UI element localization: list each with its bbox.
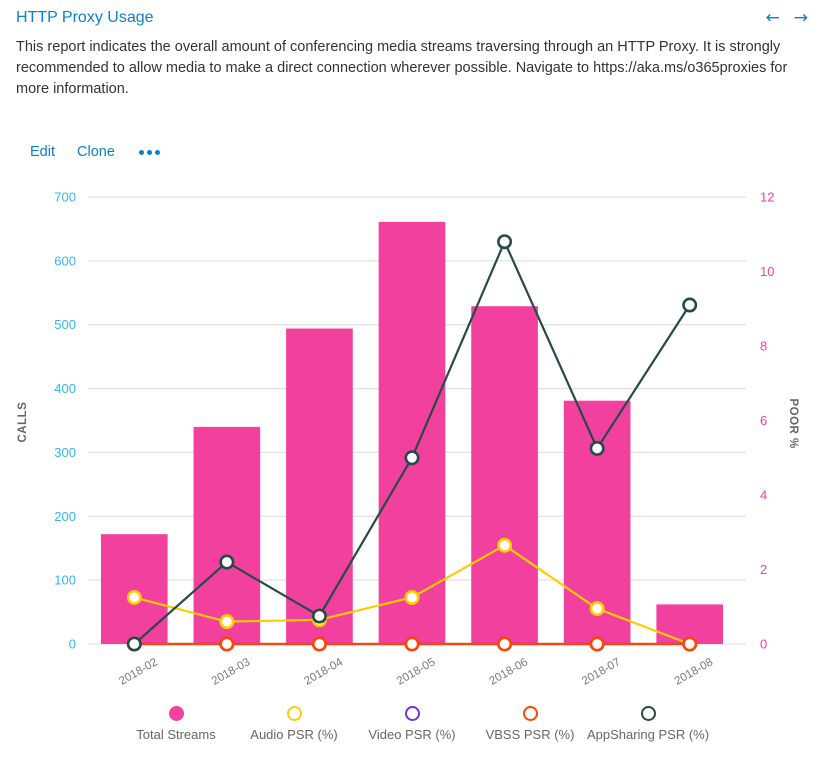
bar-2018-03[interactable]	[193, 426, 261, 644]
y2-axis-tick-label: 4	[760, 488, 767, 503]
marker-vbss-psr-2018-03[interactable]	[219, 636, 235, 652]
legend-item-total-streams[interactable]: Total Streams	[117, 706, 235, 742]
marker-vbss-psr-2018-07[interactable]	[589, 636, 605, 652]
marker-audio-psr-2018-06[interactable]	[497, 537, 513, 553]
y-axis-title: CALLS	[17, 402, 29, 443]
marker-vbss-psr-2018-04[interactable]	[311, 636, 327, 652]
nav-arrows: ← →	[766, 8, 809, 27]
legend-label: AppSharing PSR (%)	[586, 727, 710, 742]
action-bar: Edit Clone	[30, 144, 808, 160]
previous-arrow-icon[interactable]: ←	[766, 10, 780, 27]
y2-axis-title: POOR %	[787, 399, 799, 449]
marker-appsharing-psr-2018-08[interactable]	[682, 297, 698, 313]
marker-appsharing-psr-2018-04[interactable]	[311, 608, 327, 624]
marker-audio-psr-2018-03[interactable]	[219, 614, 235, 630]
legend-swatch-icon	[168, 706, 184, 721]
legend-label: VBSS PSR (%)	[485, 727, 575, 742]
bar-2018-02[interactable]	[100, 534, 168, 644]
legend-swatch-icon	[522, 706, 538, 721]
x-axis-tick-label: 2018-04	[302, 656, 345, 688]
marker-vbss-psr-2018-05[interactable]	[404, 636, 420, 652]
more-options-icon[interactable]	[137, 146, 162, 159]
legend-item-vbss-psr[interactable]: VBSS PSR (%)	[471, 706, 589, 742]
legend-swatch-icon	[404, 706, 420, 721]
marker-appsharing-psr-2018-07[interactable]	[589, 440, 605, 456]
edit-link[interactable]: Edit	[30, 144, 55, 160]
chart-legend: Total Streams Audio PSR (%) Video PSR (%) V…	[0, 706, 824, 742]
report-header: HTTP Proxy Usage ← → This report indicat…	[0, 0, 824, 160]
marker-audio-psr-2018-05[interactable]	[404, 589, 420, 605]
legend-label: Total Streams	[136, 727, 216, 742]
legend-item-appsharing-psr[interactable]: AppSharing PSR (%)	[586, 706, 710, 742]
y2-axis-tick-label: 12	[760, 190, 774, 205]
y-axis-tick-label: 200	[54, 509, 76, 524]
clone-link[interactable]: Clone	[77, 144, 115, 160]
page-title: HTTP Proxy Usage	[16, 9, 154, 26]
marker-appsharing-psr-2018-06[interactable]	[497, 234, 513, 250]
y2-axis-tick-label: 8	[760, 339, 767, 354]
bar-2018-04[interactable]	[286, 328, 353, 644]
marker-vbss-psr-2018-06[interactable]	[497, 636, 513, 652]
x-axis-tick-label: 2018-07	[580, 656, 623, 688]
legend-item-video-psr[interactable]: Video PSR (%)	[353, 706, 471, 742]
y2-axis-tick-label: 2	[760, 562, 767, 577]
y-axis-tick-label: 700	[54, 190, 76, 205]
y2-axis-tick-label: 0	[760, 637, 767, 652]
title-row: HTTP Proxy Usage ← →	[16, 8, 808, 28]
legend-swatch-icon	[286, 706, 302, 721]
y2-axis-tick-label: 10	[760, 264, 774, 279]
marker-appsharing-psr-2018-05[interactable]	[404, 450, 420, 466]
marker-audio-psr-2018-07[interactable]	[589, 601, 605, 617]
legend-swatch-icon	[640, 706, 656, 721]
marker-vbss-psr-2018-08[interactable]	[682, 636, 698, 652]
x-axis-tick-label: 2018-08	[673, 656, 716, 688]
y-axis-tick-label: 500	[54, 317, 76, 332]
x-axis-tick-label: 2018-05	[395, 656, 438, 688]
marker-appsharing-psr-2018-02[interactable]	[126, 636, 142, 652]
bar-2018-06[interactable]	[471, 306, 538, 644]
next-arrow-icon[interactable]: →	[794, 10, 808, 27]
y-axis-tick-label: 100	[54, 573, 76, 588]
bar-2018-05[interactable]	[378, 221, 446, 644]
report-description: This report indicates the overall amount…	[16, 39, 788, 97]
y-axis-tick-label: 400	[54, 381, 76, 396]
chart-container: 0 100 200 300 400 500 600 700 0 2 4 6 8 10 12 CALLS POOR…	[0, 166, 824, 766]
x-axis-tick-label: 2018-02	[117, 656, 160, 688]
legend-label: Video PSR (%)	[368, 727, 456, 742]
y-axis-tick-label: 300	[54, 445, 76, 460]
combo-chart: 0 100 200 300 400 500 600 700 0 2 4 6 8 10 12 CALLS POOR…	[17, 190, 799, 688]
y-axis-tick-label: 0	[69, 637, 76, 652]
legend-label: Audio PSR (%)	[250, 727, 338, 742]
legend-item-audio-psr[interactable]: Audio PSR (%)	[235, 706, 353, 742]
y2-axis-tick-label: 6	[760, 413, 767, 428]
x-axis-tick-label: 2018-06	[488, 656, 531, 688]
y-axis-tick-label: 600	[54, 253, 76, 268]
marker-appsharing-psr-2018-03[interactable]	[219, 554, 235, 570]
x-axis-tick-label: 2018-03	[210, 656, 253, 688]
marker-audio-psr-2018-02[interactable]	[126, 589, 142, 605]
